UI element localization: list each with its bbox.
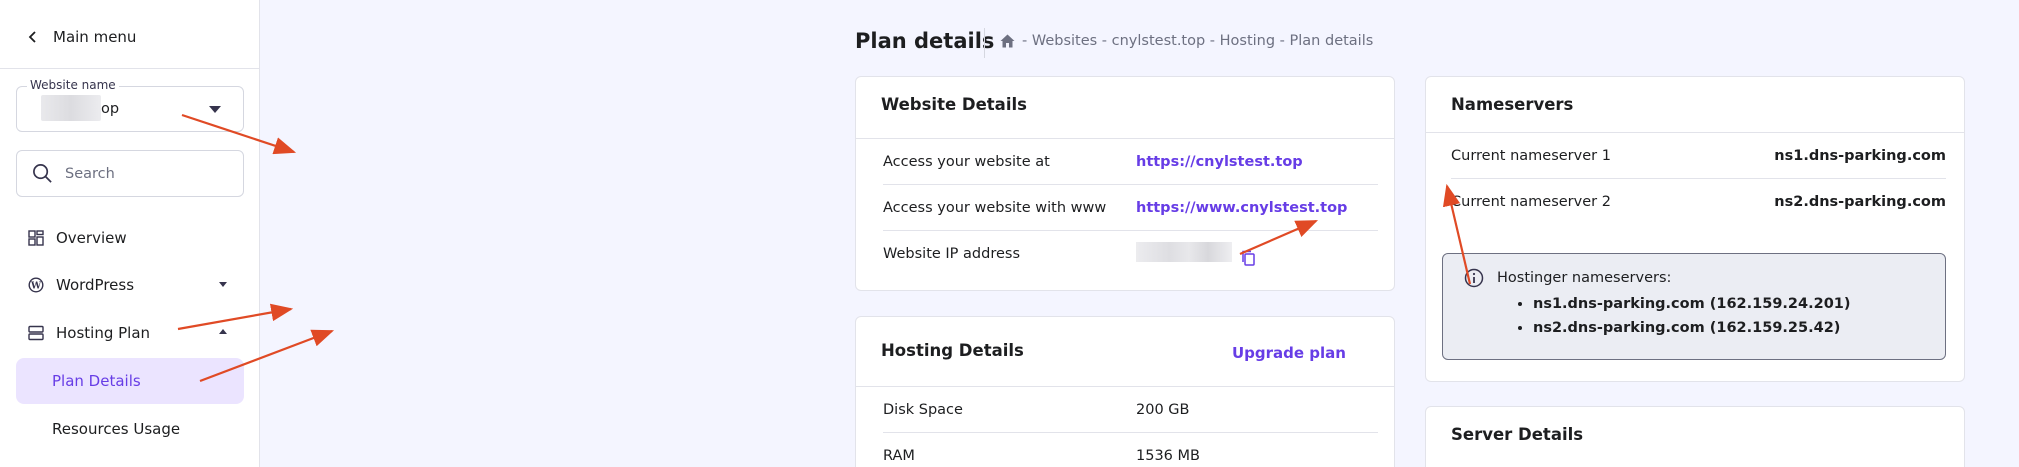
main-menu-label: Main menu [53,28,137,46]
sidebar-item-wordpress[interactable]: W WordPress [16,262,244,308]
search-icon [33,164,52,183]
card-title: Server Details [1451,425,1584,444]
website-details-card: Website Details Access your website at h… [855,76,1395,291]
ip-address-value [1136,242,1255,266]
header-divider [984,28,985,58]
hosting-details-card: Hosting Details Upgrade plan Disk Space … [855,316,1395,467]
copy-icon[interactable] [1241,250,1255,266]
website-name-value: op [101,101,120,117]
sidebar-divider [0,68,260,69]
detail-row: RAM 1536 MB [883,433,1378,467]
row-value: 200 GB [1136,401,1190,418]
row-label: RAM [883,448,915,464]
sidebar-item-overview[interactable]: Overview [16,215,244,261]
website-name-select[interactable]: Website name op [16,78,244,132]
website-www-url-link[interactable]: https://www.cnylstest.top [1136,200,1347,216]
grid-icon [28,230,44,246]
nameserver-row: Current nameserver 1 ns1.dns-parking.com [1451,133,1946,179]
server-details-card: Server Details [1425,406,1965,467]
detail-row: Website IP address [883,231,1378,277]
row-value: ns2.dns-parking.com [1774,194,1946,210]
svg-text:W: W [30,282,42,292]
website-url-link[interactable]: https://cnylstest.top [1136,154,1303,170]
search-input[interactable] [65,165,225,182]
home-icon[interactable] [999,33,1016,49]
row-label: Current nameserver 2 [1451,194,1611,210]
detail-row: Disk Space 200 GB [883,387,1378,433]
card-title: Website Details [881,95,1027,114]
row-value: ns1.dns-parking.com [1774,147,1946,164]
sidebar-item-label: Plan Details [52,372,141,390]
nameserver-info-box: Hostinger nameservers: ns1.dns-parking.c… [1442,253,1946,360]
row-value: 1536 MB [1136,448,1200,464]
website-name-redacted [41,95,101,121]
chevron-down-icon [219,282,227,287]
info-list: ns1.dns-parking.com (162.159.24.201) ns2… [1513,292,1851,340]
search-box[interactable] [16,150,244,197]
detail-row: Access your website at https://cnylstest… [883,139,1378,185]
card-title: Nameservers [1451,95,1574,114]
row-label: Access your website at [883,153,1050,170]
breadcrumb: - Websites - cnylstest.top - Hosting - P… [999,33,1373,49]
server-icon [28,325,44,341]
list-item: ns2.dns-parking.com (162.159.25.42) [1533,316,1851,340]
list-item: ns1.dns-parking.com (162.159.24.201) [1533,292,1851,316]
page-title: Plan details [855,29,995,53]
row-label: Disk Space [883,401,963,418]
sidebar: Main menu Website name op Overview W Wor… [0,0,260,467]
nameservers-card: Nameservers Current nameserver 1 ns1.dns… [1425,76,1965,382]
sidebar-item-label: WordPress [56,276,135,294]
detail-row: Access your website with www https://www… [883,185,1378,231]
sidebar-item-label: Hosting Plan [56,324,151,342]
nameserver-row: Current nameserver 2 ns2.dns-parking.com [1451,179,1946,225]
row-label: Access your website with www [883,199,1107,216]
chevron-up-icon [219,329,227,334]
ip-address-redacted [1136,242,1232,262]
sidebar-item-label: Resources Usage [52,420,181,438]
sidebar-item-resources-usage[interactable]: Resources Usage [16,406,244,452]
sidebar-item-hosting-plan[interactable]: Hosting Plan [16,310,244,356]
sidebar-item-plan-details[interactable]: Plan Details [16,358,244,404]
wordpress-icon: W [28,277,44,293]
sidebar-item-label: Overview [56,229,127,247]
row-label: Website IP address [883,246,1021,262]
card-title: Hosting Details [881,341,1024,360]
info-heading: Hostinger nameservers: [1497,270,1672,286]
caret-down-icon [209,106,221,113]
chevron-left-icon [28,31,36,43]
upgrade-plan-button[interactable]: Upgrade plan [1232,344,1346,362]
row-label: Current nameserver 1 [1451,147,1611,164]
main-menu-button[interactable]: Main menu [27,26,136,48]
info-icon [1464,268,1484,288]
breadcrumb-path[interactable]: - Websites - cnylstest.top - Hosting - P… [1022,33,1373,49]
website-name-label: Website name [27,78,119,92]
